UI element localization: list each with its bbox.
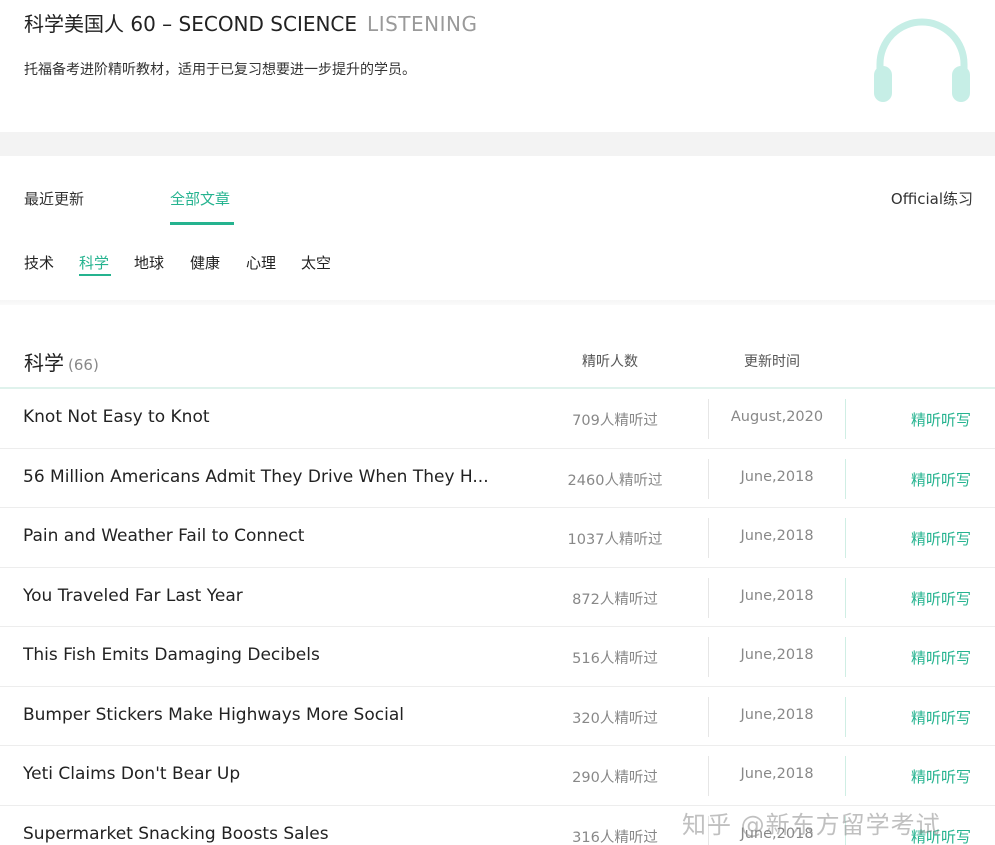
update-date: June,2018 (740, 587, 814, 604)
listener-count: 316人精听过 (572, 829, 658, 845)
column-divider (845, 637, 846, 677)
headphones-icon (874, 18, 970, 102)
article-title[interactable]: Pain and Weather Fail to Connect (23, 526, 523, 546)
list-count: (66) (68, 356, 99, 374)
column-divider (845, 458, 846, 499)
article-title[interactable]: 56 Million Americans Admit They Drive Wh… (23, 467, 523, 487)
category-tech[interactable]: 技术 (24, 252, 54, 273)
table-row[interactable]: Bumper Stickers Make Highways More Socia… (0, 687, 995, 746)
tab-recent[interactable]: 最近更新 (24, 188, 84, 209)
article-title[interactable]: Supermarket Snacking Boosts Sales (23, 824, 523, 844)
header: 科学美国人 60 – SECOND SCIENCE LISTENING 托福备考进… (0, 0, 995, 132)
table-row[interactable]: This Fish Emits Damaging Decibels 516人精听… (0, 627, 995, 687)
article-title[interactable]: Bumper Stickers Make Highways More Socia… (23, 705, 523, 725)
watermark: 知乎 @新东方留学考试 (682, 811, 941, 839)
official-practice-link[interactable]: Official练习 (891, 188, 973, 209)
update-date: June,2018 (740, 647, 814, 663)
dictation-button[interactable]: 精听听写 (911, 647, 971, 668)
dictation-button[interactable]: 精听听写 (911, 766, 971, 787)
update-date: June,2018 (740, 766, 814, 782)
listener-count: 516人精听过 (572, 651, 658, 667)
category-active-indicator (79, 274, 111, 276)
category-science[interactable]: 科学 (79, 252, 109, 273)
update-date: June,2018 (740, 706, 814, 723)
section-gap (0, 132, 995, 156)
listener-count: 709人精听过 (572, 413, 658, 429)
dictation-button[interactable]: 精听听写 (911, 409, 971, 430)
filter-panel: 最近更新 全部文章 Official练习 技术 科学 地球 健康 心理 太空 (0, 156, 995, 302)
update-date: June,2018 (740, 528, 814, 544)
table-row[interactable]: Pain and Weather Fail to Connect 1037人精听… (0, 508, 995, 568)
listener-count: 2460人精听过 (567, 472, 663, 489)
table-row[interactable]: You Traveled Far Last Year 872人精听过 June,… (0, 568, 995, 627)
tab-active-indicator (170, 222, 234, 225)
title-sub: LISTENING (367, 12, 478, 36)
category-health[interactable]: 健康 (190, 252, 220, 273)
dictation-button[interactable]: 精听听写 (911, 707, 971, 728)
listener-count: 290人精听过 (572, 770, 658, 786)
column-divider (845, 756, 846, 796)
category-earth[interactable]: 地球 (134, 252, 164, 273)
table-row[interactable]: Knot Not Easy to Knot 709人精听过 August,202… (0, 389, 995, 449)
article-title[interactable]: Knot Not Easy to Knot (23, 407, 523, 427)
column-divider (845, 518, 846, 558)
tab-all-articles[interactable]: 全部文章 (170, 188, 230, 209)
listener-count: 1037人精听过 (567, 532, 663, 548)
title-main: 科学美国人 60 – SECOND SCIENCE (24, 12, 358, 36)
article-title[interactable]: This Fish Emits Damaging Decibels (23, 645, 523, 665)
category-space[interactable]: 太空 (301, 252, 331, 273)
update-date: June,2018 (740, 468, 814, 485)
column-header-listeners: 精听人数 (582, 354, 638, 370)
page-description: 托福备考进阶精听教材，适用于已复习想要进一步提升的学员。 (24, 62, 416, 78)
dictation-button[interactable]: 精听听写 (911, 469, 971, 490)
column-divider (845, 696, 846, 737)
category-psychology[interactable]: 心理 (246, 252, 276, 273)
page-title: 科学美国人 60 – SECOND SCIENCE LISTENING (24, 8, 477, 37)
article-title[interactable]: You Traveled Far Last Year (23, 586, 523, 606)
article-title[interactable]: Yeti Claims Don't Bear Up (23, 764, 523, 784)
list-title-text: 科学 (24, 351, 64, 375)
listener-count: 872人精听过 (572, 591, 658, 608)
update-date: August,2020 (730, 409, 824, 425)
table-row[interactable]: Yeti Claims Don't Bear Up 290人精听过 June,2… (0, 746, 995, 806)
list-header: 科学 (66) 精听人数 更新时间 (0, 305, 995, 389)
column-divider (845, 577, 846, 618)
table-row[interactable]: 56 Million Americans Admit They Drive Wh… (0, 449, 995, 508)
dictation-button[interactable]: 精听听写 (911, 528, 971, 549)
list-title: 科学 (66) (24, 347, 99, 376)
listener-count: 320人精听过 (572, 710, 658, 727)
article-list: 科学 (66) 精听人数 更新时间 Knot Not Easy to Knot 7… (0, 305, 995, 845)
dictation-button[interactable]: 精听听写 (911, 588, 971, 609)
column-header-updated: 更新时间 (744, 354, 800, 370)
column-divider (845, 399, 846, 439)
